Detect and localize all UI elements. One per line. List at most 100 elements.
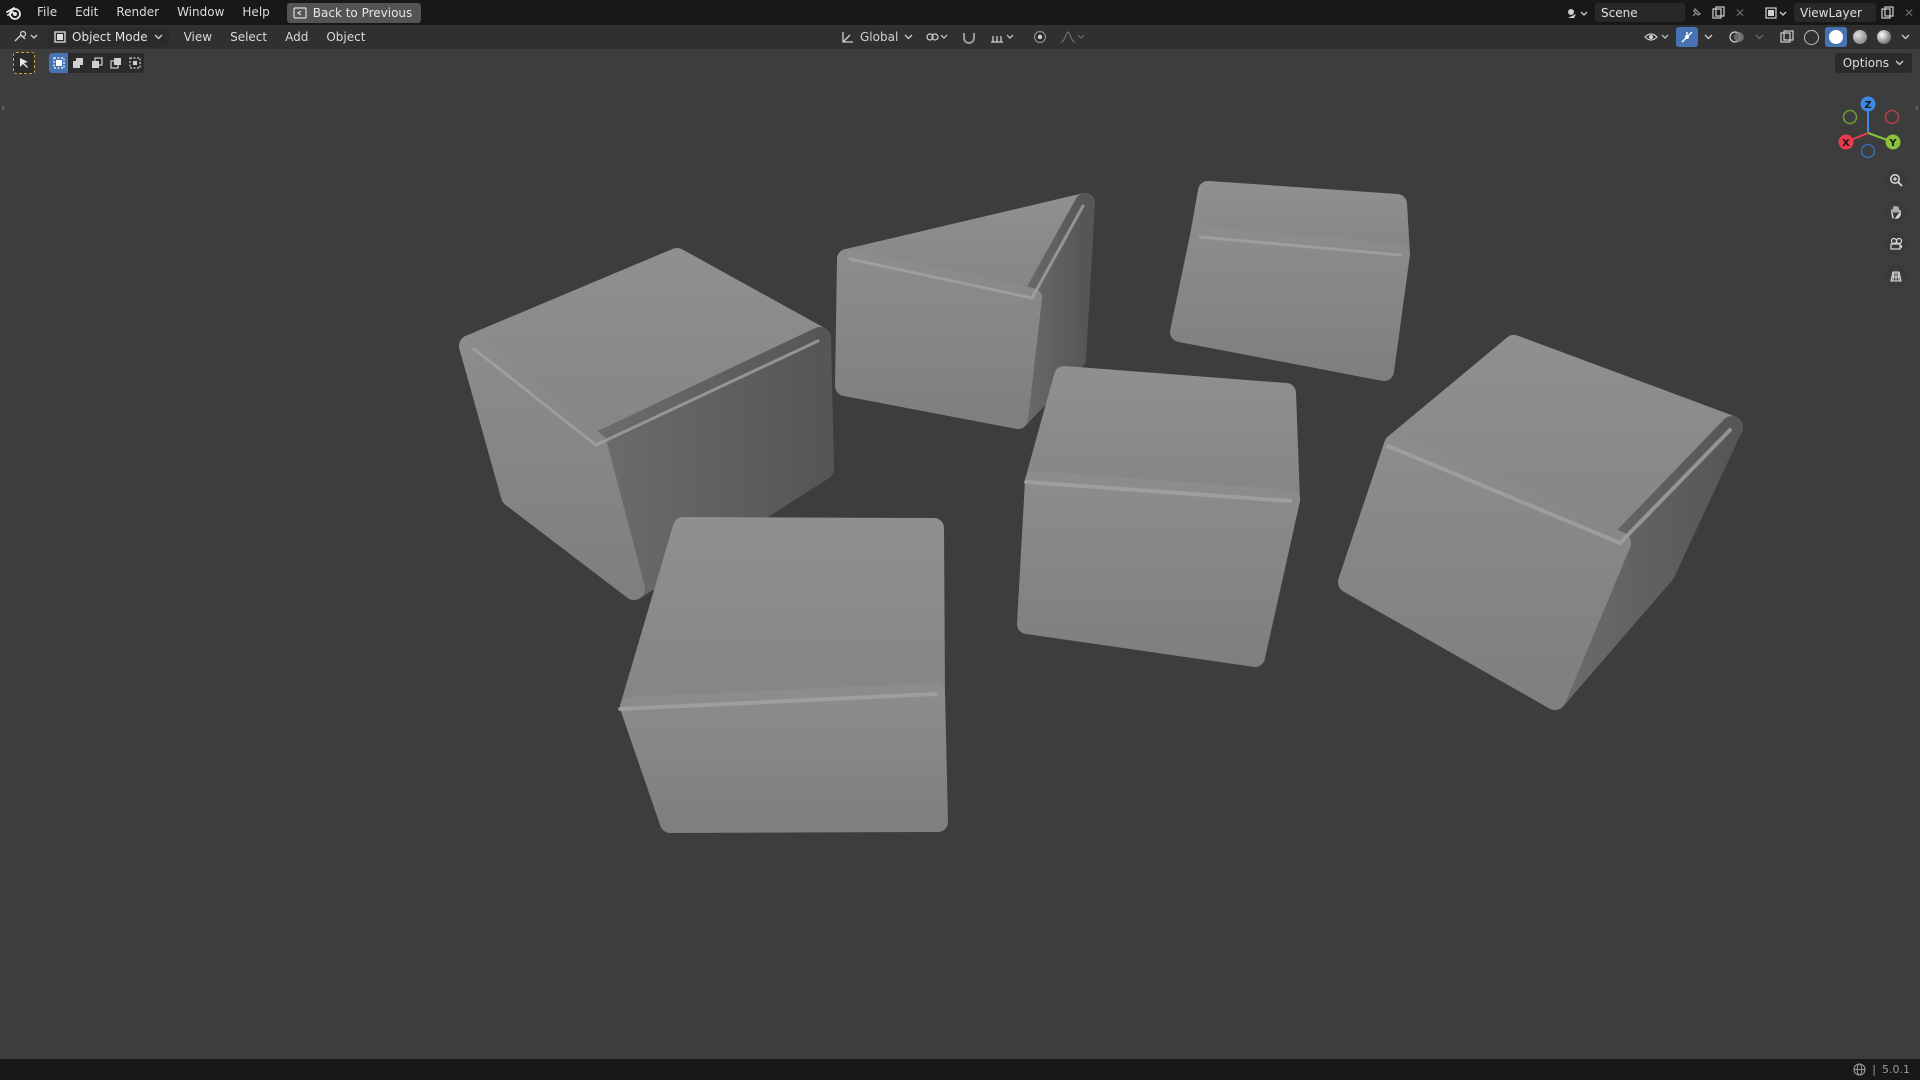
x-axis-label: X bbox=[1842, 138, 1850, 149]
select-intersect-button[interactable] bbox=[125, 53, 144, 73]
zoom-button[interactable] bbox=[1884, 168, 1908, 192]
view-layer-name-field[interactable]: ViewLayer bbox=[1794, 3, 1876, 22]
shading-dropdown[interactable] bbox=[1897, 27, 1914, 47]
close-icon[interactable]: ✕ bbox=[1729, 3, 1751, 22]
proportional-editing-icon bbox=[1034, 30, 1047, 44]
sidebar-expand-arrow-icon[interactable]: ‹ bbox=[1915, 101, 1919, 114]
select-new-icon bbox=[52, 57, 65, 69]
view-layer-selector-button[interactable] bbox=[1761, 3, 1791, 22]
transform-orientation-label: Global bbox=[860, 30, 899, 44]
negative-y-axis-handle[interactable] bbox=[1842, 109, 1858, 125]
shading-solid-button[interactable] bbox=[1825, 27, 1847, 47]
shading-wireframe-button[interactable] bbox=[1800, 27, 1823, 47]
viewport-display-tools bbox=[1640, 27, 1914, 47]
orthographic-toggle-button[interactable] bbox=[1884, 264, 1908, 288]
gizmo-toggle[interactable] bbox=[1676, 27, 1698, 47]
editor-type-icon bbox=[14, 30, 38, 42]
scene-name: Scene bbox=[1601, 5, 1638, 20]
version-number: 5.0.1 bbox=[1882, 1063, 1910, 1076]
new-view-layer-icon[interactable] bbox=[1876, 3, 1898, 22]
version-separator: | bbox=[1872, 1063, 1876, 1076]
menu-help[interactable]: Help bbox=[233, 0, 278, 25]
tool-settings-row bbox=[13, 52, 144, 74]
gizmo-dropdown[interactable] bbox=[1700, 27, 1717, 47]
blender-logo-icon[interactable] bbox=[0, 0, 28, 25]
navigation-gizmo[interactable]: Z Y X bbox=[1830, 90, 1910, 170]
shading-rendered-button[interactable] bbox=[1873, 27, 1895, 47]
select-subtract-icon bbox=[91, 57, 103, 68]
negative-x-axis-handle[interactable] bbox=[1884, 109, 1900, 125]
menu-view[interactable]: View bbox=[175, 25, 221, 49]
view-layer-name: ViewLayer bbox=[1800, 5, 1862, 20]
globe-icon[interactable] bbox=[1853, 1063, 1866, 1076]
orthographic-grid-icon bbox=[1890, 271, 1902, 282]
transform-orientation-dropdown[interactable]: Global bbox=[836, 27, 917, 47]
view-layer-icon bbox=[1765, 6, 1787, 19]
scene-name-field[interactable]: Scene bbox=[1595, 3, 1685, 22]
chevron-down-icon bbox=[154, 34, 163, 40]
back-to-previous-label: Back to Previous bbox=[312, 5, 413, 20]
cube-mesh[interactable] bbox=[1170, 181, 1410, 381]
select-invert-button[interactable] bbox=[106, 53, 125, 73]
new-scene-icon[interactable] bbox=[1707, 3, 1729, 22]
menu-edit[interactable]: Edit bbox=[66, 0, 107, 25]
overlay-icon bbox=[1729, 31, 1744, 43]
top-right-controls: Scene ✕ ViewLayer ✕ bbox=[1562, 0, 1920, 25]
back-to-previous-button[interactable]: Back to Previous bbox=[286, 2, 422, 23]
select-intersect-icon bbox=[128, 57, 141, 69]
cube-mesh[interactable] bbox=[1017, 366, 1300, 667]
toolbar-expand-arrow-icon[interactable]: › bbox=[1, 101, 5, 114]
rendered-shading-icon bbox=[1877, 30, 1891, 44]
select-subtract-button[interactable] bbox=[87, 53, 106, 73]
menu-add[interactable]: Add bbox=[276, 25, 317, 49]
chevron-down-icon bbox=[1901, 34, 1910, 40]
menu-select[interactable]: Select bbox=[221, 25, 276, 49]
proportional-falloff-dropdown[interactable] bbox=[1055, 27, 1089, 47]
select-tool-button[interactable] bbox=[13, 52, 35, 74]
overlay-toggle[interactable] bbox=[1725, 27, 1749, 47]
camera-view-button[interactable] bbox=[1884, 232, 1908, 256]
pan-hand-icon bbox=[1891, 205, 1901, 219]
cube-mesh[interactable] bbox=[618, 517, 948, 833]
cube-mesh[interactable] bbox=[835, 193, 1095, 429]
overlay-dropdown[interactable] bbox=[1751, 27, 1768, 47]
object-mode-icon bbox=[54, 31, 66, 43]
gizmo-toggle-icon bbox=[1681, 31, 1693, 43]
chevron-down-icon bbox=[1755, 34, 1764, 40]
negative-z-axis-handle[interactable] bbox=[1860, 143, 1876, 159]
xray-icon bbox=[1780, 30, 1794, 43]
viewport-header: Object Mode View Select Add Object Globa… bbox=[0, 25, 1920, 49]
pin-icon[interactable] bbox=[1685, 3, 1707, 22]
snap-target-dropdown[interactable] bbox=[985, 27, 1019, 47]
menu-render[interactable]: Render bbox=[107, 0, 168, 25]
transform-orientation-icon bbox=[842, 32, 853, 43]
select-new-button[interactable] bbox=[49, 53, 68, 73]
pivot-point-icon bbox=[926, 33, 948, 41]
scene-selector-button[interactable] bbox=[1562, 3, 1592, 22]
chevron-down-icon bbox=[1895, 60, 1904, 66]
pan-button[interactable] bbox=[1884, 200, 1908, 224]
snap-icon bbox=[963, 33, 976, 44]
xray-toggle[interactable] bbox=[1776, 27, 1798, 47]
menu-object[interactable]: Object bbox=[317, 25, 374, 49]
remove-view-layer-icon[interactable]: ✕ bbox=[1898, 3, 1920, 22]
menu-window[interactable]: Window bbox=[168, 0, 233, 25]
pivot-point-dropdown[interactable] bbox=[921, 27, 953, 47]
menu-file[interactable]: File bbox=[28, 0, 66, 25]
3d-viewport[interactable] bbox=[0, 49, 1920, 1059]
cube-mesh[interactable] bbox=[1338, 335, 1743, 710]
shading-material-button[interactable] bbox=[1849, 27, 1871, 47]
snap-toggle[interactable] bbox=[957, 27, 981, 47]
status-bar: | 5.0.1 bbox=[0, 1059, 1920, 1080]
camera-view-icon bbox=[1890, 237, 1903, 250]
y-axis-label: Y bbox=[1888, 138, 1897, 149]
options-dropdown[interactable]: Options bbox=[1834, 53, 1912, 73]
object-visibility-dropdown[interactable] bbox=[1640, 27, 1674, 47]
editor-type-button[interactable] bbox=[8, 27, 44, 47]
select-extend-button[interactable] bbox=[68, 53, 87, 73]
chevron-down-icon bbox=[904, 34, 913, 40]
transform-tools: Global bbox=[836, 27, 1089, 47]
mode-dropdown[interactable]: Object Mode bbox=[48, 27, 169, 47]
scene-icon bbox=[1568, 8, 1588, 18]
proportional-editing-toggle[interactable] bbox=[1029, 27, 1051, 47]
